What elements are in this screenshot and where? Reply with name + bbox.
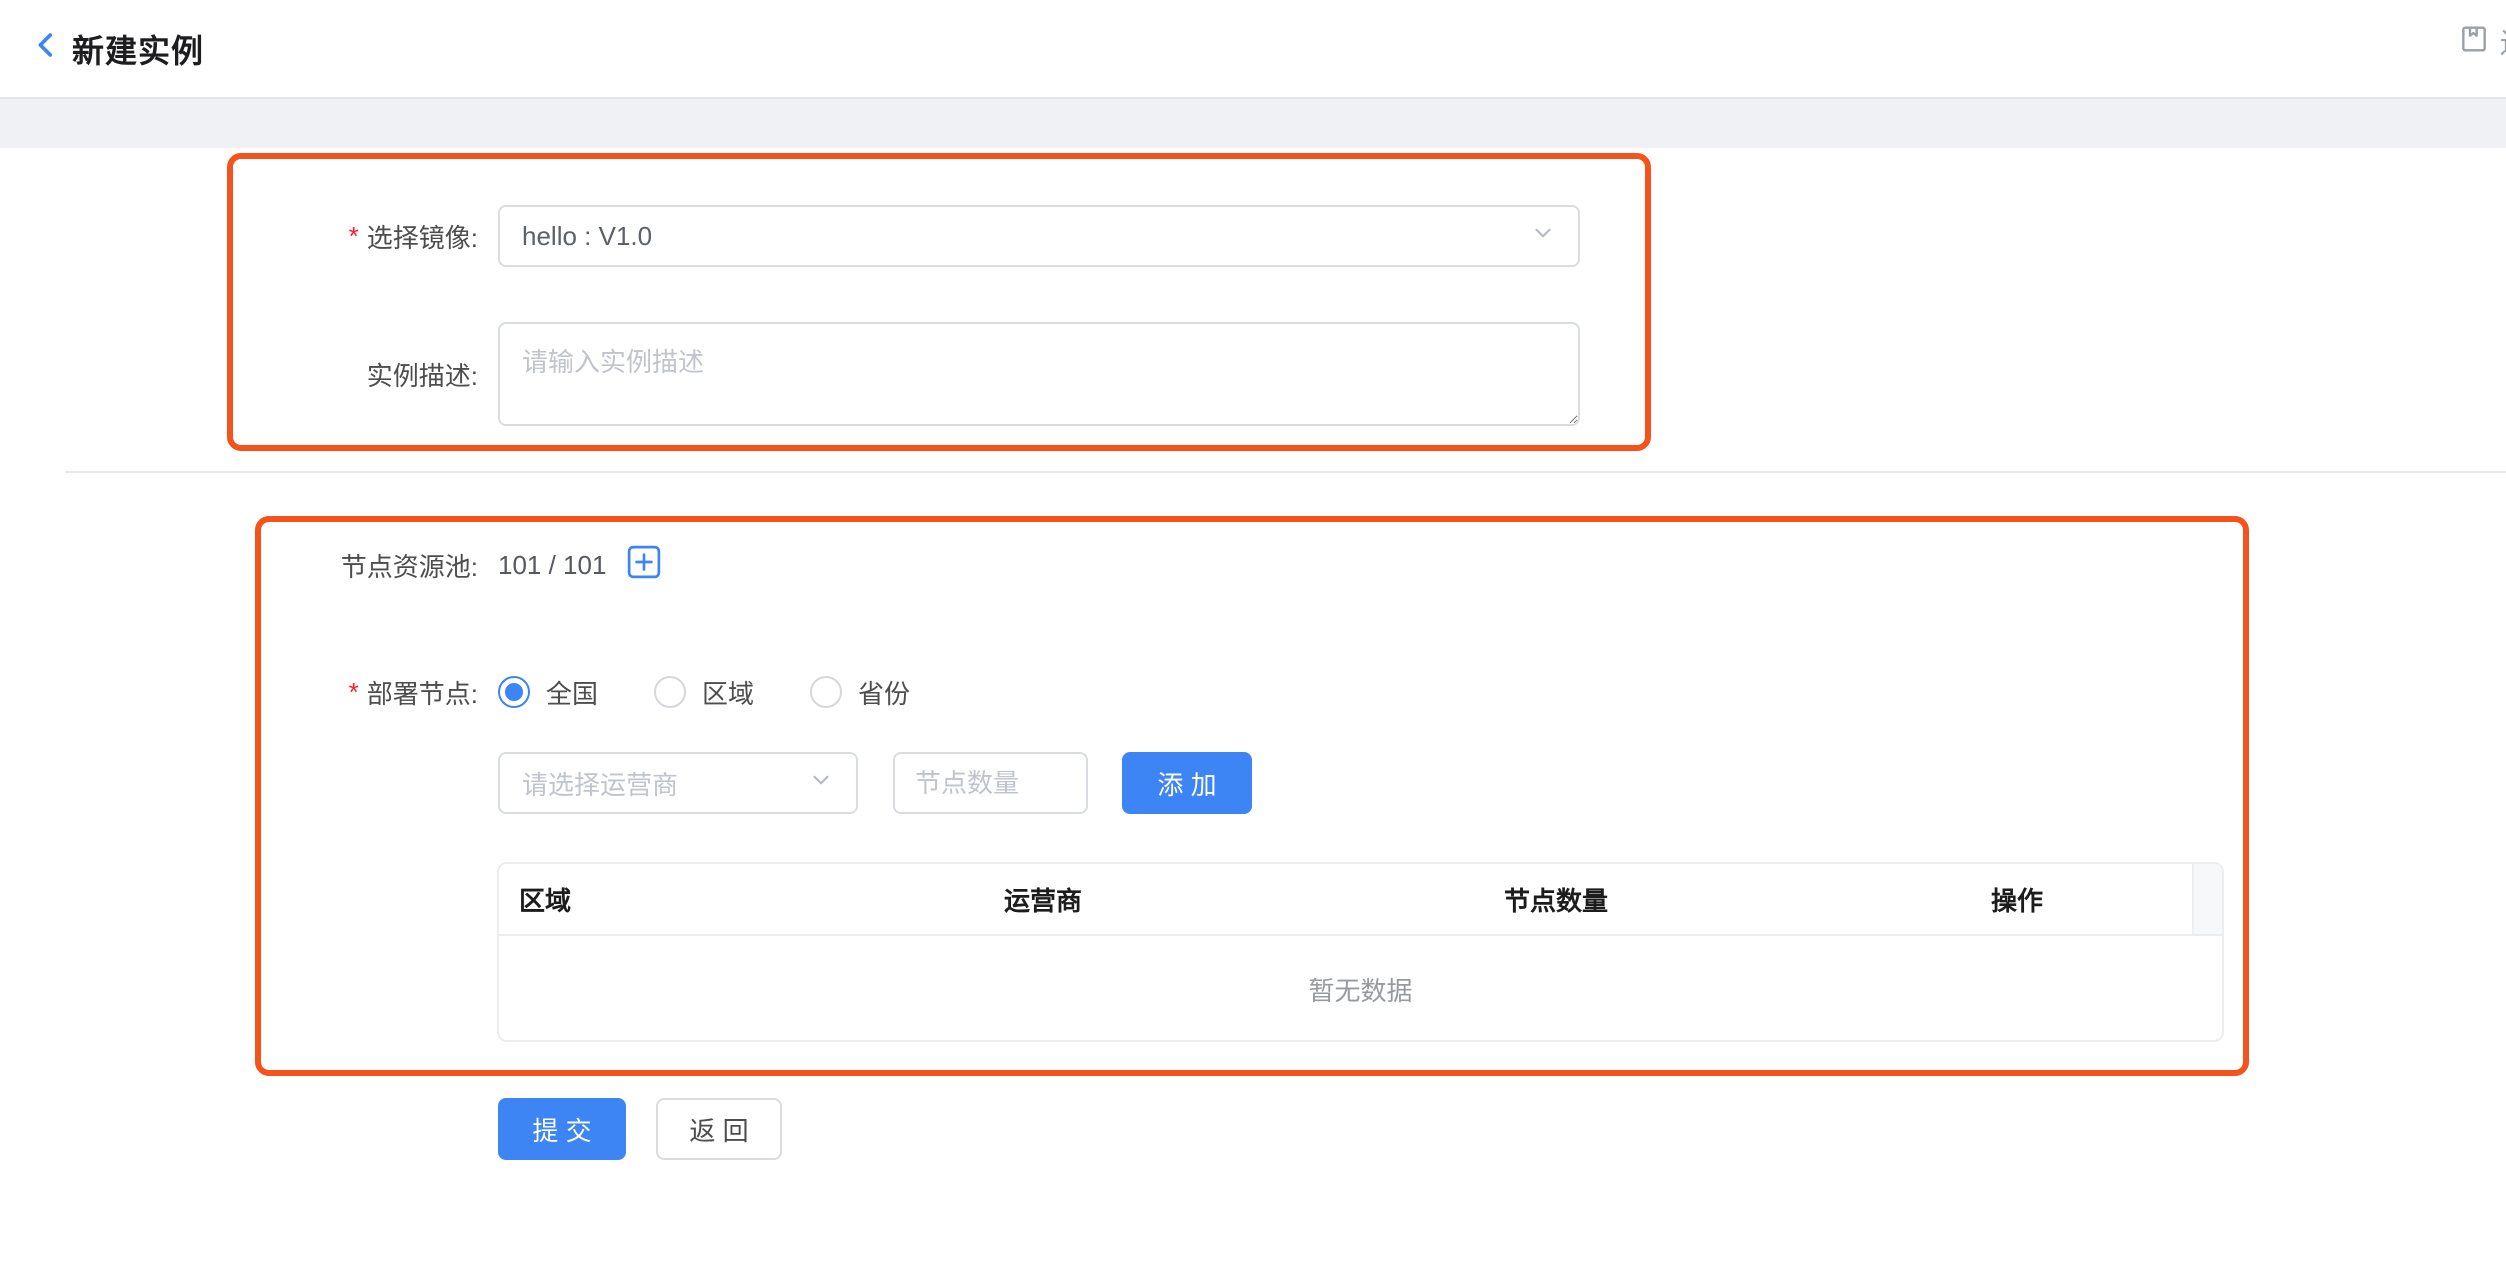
image-select-row: * 选择镜像: hello : V1.0 [0, 205, 1580, 267]
return-button[interactable]: 返 回 [656, 1098, 782, 1160]
radio-unselected-icon [810, 676, 842, 708]
column-header-operator: 运营商 [984, 881, 1484, 918]
description-textarea[interactable] [498, 322, 1580, 426]
image-select-value: hello : V1.0 [522, 221, 652, 252]
submit-button[interactable]: 提 交 [498, 1098, 626, 1160]
doc-link-label: 边 [2500, 22, 2506, 62]
operator-select[interactable]: 请选择运营商 [498, 752, 858, 814]
image-select-label: * 选择镜像: [0, 218, 478, 255]
expand-pool-button[interactable] [626, 547, 662, 583]
radio-selected-icon [498, 676, 530, 708]
page-header: 新建实例 边 [0, 0, 2506, 97]
back-chevron-icon [29, 28, 63, 69]
chevron-down-icon [808, 767, 834, 800]
radio-region[interactable]: 区域 [654, 674, 754, 711]
form-actions: 提 交 返 回 [498, 1098, 782, 1160]
node-pool-label: 节点资源池: [0, 547, 478, 584]
node-table-header: 区域 运营商 节点数量 操作 [499, 864, 2222, 936]
deploy-node-row: * 部署节点: 全国 区域 省份 [0, 667, 910, 717]
add-node-row: 请选择运营商 添 加 [0, 752, 1252, 814]
node-pool-value: 101 / 101 [498, 550, 606, 581]
gray-band [0, 97, 2506, 148]
table-empty-state: 暂无数据 [499, 936, 2222, 1042]
plus-square-icon [627, 545, 661, 586]
node-count-input[interactable] [893, 752, 1088, 814]
column-header-node-count: 节点数量 [1484, 881, 1971, 918]
operator-select-placeholder: 请选择运营商 [522, 765, 678, 802]
section-divider [65, 471, 2506, 473]
required-mark: * [349, 221, 359, 252]
deploy-node-label: * 部署节点: [0, 674, 478, 711]
page-title: 新建实例 [72, 26, 204, 72]
add-button[interactable]: 添 加 [1122, 752, 1252, 814]
description-row: 实例描述: [0, 322, 1580, 426]
image-select[interactable]: hello : V1.0 [498, 205, 1580, 267]
node-table: 区域 运营商 节点数量 操作 暂无数据 [497, 862, 2224, 1042]
back-button[interactable] [24, 27, 68, 71]
column-header-region: 区域 [499, 881, 984, 918]
node-pool-row: 节点资源池: 101 / 101 [0, 540, 662, 590]
column-header-actions: 操作 [1971, 881, 2222, 918]
bookmark-book-icon [2458, 23, 2490, 62]
chevron-down-icon [1530, 220, 1556, 253]
radio-province[interactable]: 省份 [810, 674, 910, 711]
doc-link[interactable]: 边 [2458, 22, 2506, 62]
new-instance-page: 新建实例 边 * 选择镜像: hello : V1.0 [0, 0, 2506, 1264]
required-mark: * [349, 677, 359, 708]
table-scrollbar-gutter [2192, 864, 2222, 934]
description-label: 实例描述: [0, 356, 478, 393]
radio-unselected-icon [654, 676, 686, 708]
deploy-scope-radio-group: 全国 区域 省份 [498, 674, 910, 711]
radio-nationwide[interactable]: 全国 [498, 674, 598, 711]
